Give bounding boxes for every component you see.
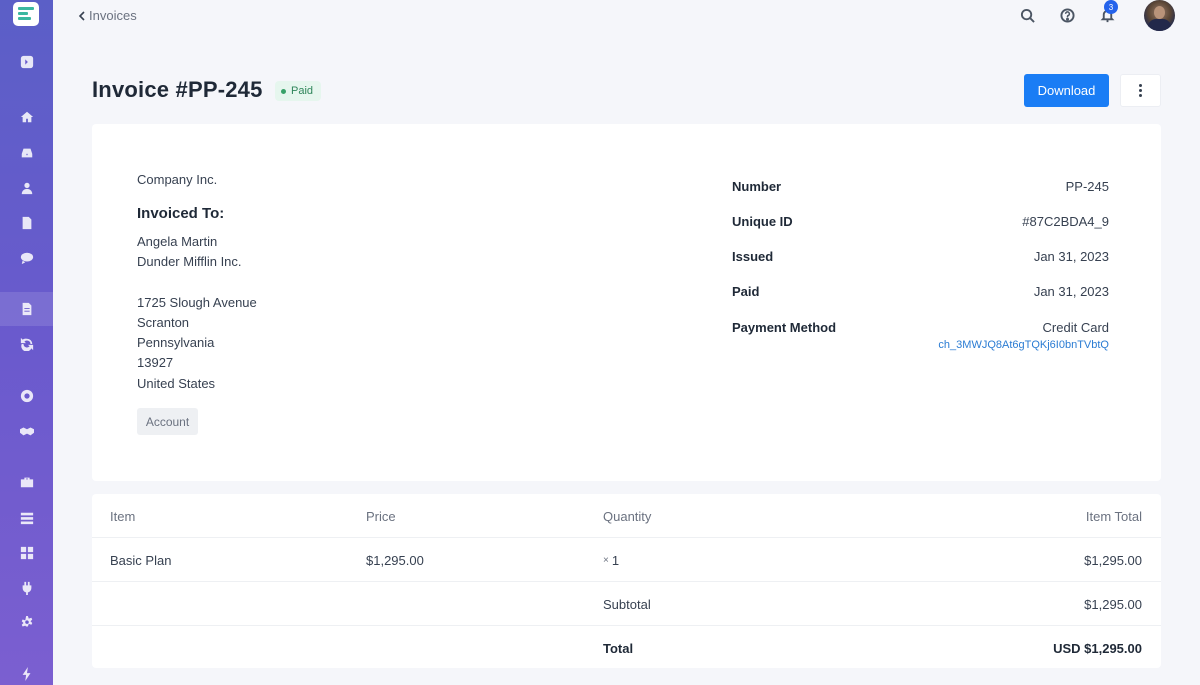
search-icon[interactable] (1018, 6, 1036, 24)
unique-id-value: #87C2BDA4_9 (1022, 214, 1109, 229)
download-button[interactable]: Download (1024, 74, 1109, 107)
payment-method-value: Credit Card (1042, 320, 1109, 335)
issued-label: Issued (732, 249, 774, 264)
paid-label: Paid (732, 284, 760, 299)
inbox-icon[interactable] (0, 136, 53, 170)
item-price: $1,295.00 (366, 552, 424, 568)
address-country: United States (137, 376, 216, 391)
login-icon[interactable] (0, 45, 53, 79)
column-header-item-total: Item Total (1085, 508, 1142, 524)
subtotal-value: $1,295.00 (1084, 596, 1142, 612)
list-icon[interactable] (0, 501, 53, 535)
customer-org: Dunder Mifflin Inc. (137, 254, 242, 269)
number-label: Number (732, 179, 782, 194)
status-dot-icon (281, 88, 286, 94)
notification-count-badge: 3 (1104, 0, 1118, 14)
bolt-icon[interactable] (0, 657, 53, 685)
handshake-icon[interactable] (0, 414, 53, 448)
status-badge: Paid (275, 81, 322, 101)
unique-id-label: Unique ID (732, 214, 793, 229)
help-icon[interactable] (1058, 6, 1076, 24)
invoice-details-card: Company Inc. Invoiced To: Angela Martin … (92, 124, 1161, 481)
refresh-icon[interactable] (0, 327, 53, 361)
page-title: Invoice #PP-245 (92, 77, 263, 102)
item-name: Basic Plan (110, 552, 172, 568)
item-quantity: × 1 (603, 538, 619, 582)
gear-circle-icon[interactable] (0, 379, 53, 413)
column-header-quantity: Quantity (603, 508, 652, 524)
subtotal-label: Subtotal (603, 596, 651, 612)
charge-id-link[interactable]: ch_3MWJQ8At6gTQKj6I0bnTVbtQ (938, 339, 1109, 351)
item-total: $1,295.00 (1084, 552, 1142, 568)
chat-icon[interactable] (0, 241, 53, 275)
invoiced-to-heading: Invoiced To: (137, 205, 225, 222)
address-city: Scranton (137, 315, 190, 330)
invoice-items-table: Item Price Quantity Item Total Basic Pla… (92, 494, 1161, 668)
quantity-value: 1 (611, 552, 620, 568)
total-row: Total USD $1,295.00 (92, 626, 1161, 670)
invoice-icon[interactable] (0, 292, 53, 326)
total-label: Total (603, 640, 634, 656)
account-button[interactable]: Account (137, 408, 198, 435)
breadcrumb-back-link[interactable]: Invoices (78, 8, 137, 23)
breadcrumb-label: Invoices (89, 8, 137, 23)
table-row: Basic Plan $1,295.00 × 1 $1,295.00 (92, 538, 1161, 582)
vertical-dots-icon (1139, 83, 1142, 98)
address-state: Pennsylvania (137, 335, 215, 350)
customer-name: Angela Martin (137, 234, 218, 249)
app-logo[interactable] (13, 2, 39, 26)
chevron-left-icon (78, 10, 85, 21)
total-value: USD $1,295.00 (1053, 640, 1142, 656)
user-icon[interactable] (0, 171, 53, 205)
plug-icon[interactable] (0, 571, 53, 605)
paid-value: Jan 31, 2023 (1033, 284, 1109, 299)
column-header-item: Item (110, 508, 136, 524)
briefcase-icon[interactable] (0, 465, 53, 499)
status-label: Paid (291, 85, 314, 97)
subtotal-row: Subtotal $1,295.00 (92, 582, 1161, 626)
file-icon[interactable] (0, 206, 53, 240)
table-header-row: Item Price Quantity Item Total (92, 494, 1161, 538)
settings-icon[interactable] (0, 606, 53, 640)
sidebar (0, 0, 53, 685)
avatar[interactable] (1144, 0, 1175, 31)
column-header-price: Price (366, 508, 396, 524)
payment-method-label: Payment Method (732, 320, 837, 335)
more-options-button[interactable] (1120, 74, 1161, 107)
company-name: Company Inc. (137, 172, 218, 187)
number-value: PP-245 (1065, 179, 1109, 194)
address-zip: 13927 (137, 355, 174, 370)
address-street: 1725 Slough Avenue (137, 295, 257, 310)
issued-value: Jan 31, 2023 (1033, 249, 1109, 264)
quantity-prefix: × (603, 554, 609, 566)
home-icon[interactable] (0, 100, 53, 134)
grid-icon[interactable] (0, 536, 53, 570)
